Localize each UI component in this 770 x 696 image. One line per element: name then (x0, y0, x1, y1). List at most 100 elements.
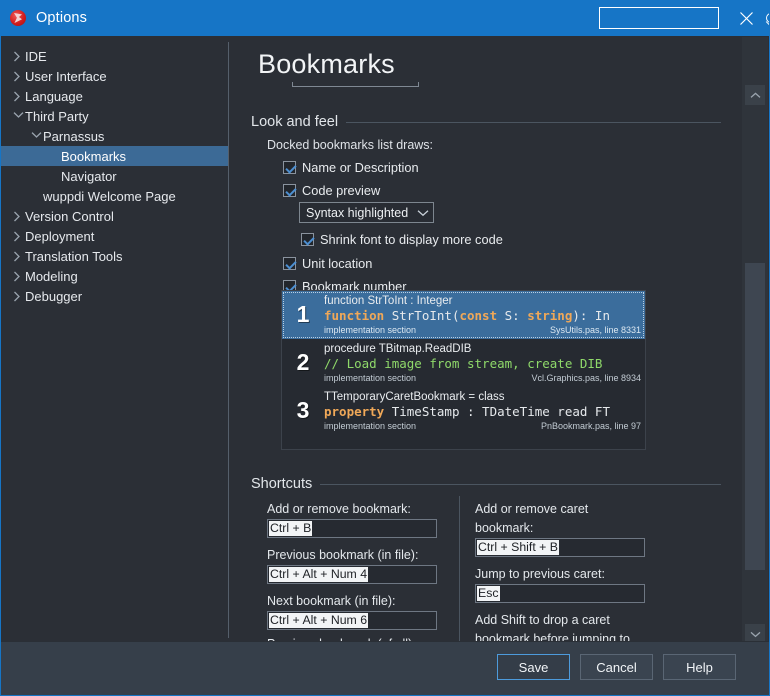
options-dialog: Options IDE User Interface Language Third P… (0, 0, 770, 696)
checkbox-name-or-description-box[interactable] (283, 161, 296, 174)
sidebar-item-label: Parnassus (43, 128, 105, 144)
close-icon (739, 11, 753, 25)
sidebar-item-third-party[interactable]: Third Party (1, 106, 228, 126)
bookmark-location: PnBookmark.pas, line 97 (540, 421, 641, 431)
code-preview-mode-value: Syntax highlighted (306, 205, 409, 220)
sidebar-item-label: IDE (25, 48, 47, 64)
bookmark-preview-row[interactable]: 1 function StrToInt : Integer function Str… (282, 291, 645, 339)
checkbox-unit-location-box[interactable] (283, 257, 296, 270)
bookmark-name: function StrToInt : Integer (324, 295, 453, 307)
search-box[interactable] (599, 7, 769, 29)
shortcut-input-add-remove-caret-bookmark[interactable]: Ctrl + Shift + B (475, 538, 645, 557)
bookmark-number: 2 (296, 349, 310, 375)
save-button[interactable]: Save (497, 654, 570, 680)
look-and-feel-group: Look and feel (251, 114, 721, 130)
settings-tree[interactable]: IDE User Interface Language Third Party Parn… (1, 36, 228, 642)
chevron-down-icon[interactable] (11, 109, 25, 123)
search-icon[interactable] (763, 8, 769, 28)
checkbox-code-preview-box[interactable] (283, 184, 296, 197)
chevron-right-icon[interactable] (11, 229, 25, 243)
shortcut-input-jump-to-previous-caret[interactable]: Esc (475, 584, 645, 603)
chevron-right-icon[interactable] (11, 249, 25, 263)
page-title-underline (292, 82, 419, 87)
section-rule (320, 483, 721, 485)
sidebar-item-label: Modeling (25, 268, 78, 284)
sidebar-item-bookmarks[interactable]: Bookmarks (1, 146, 228, 166)
shortcuts-heading-label: Shortcuts (251, 476, 313, 492)
checkbox-shrink-font-label: Shrink font to display more code (320, 232, 503, 247)
chevron-right-icon[interactable] (11, 89, 25, 103)
shortcut-label: Previous bookmark (in file): (267, 548, 419, 562)
chevron-down-icon[interactable] (417, 209, 429, 217)
code-preview-mode-select[interactable]: Syntax highlighted (299, 202, 434, 223)
shortcut-input-add-remove-bookmark[interactable]: Ctrl + B (267, 519, 437, 538)
bookmark-code-preview: // Load image from stream, create DIB (324, 356, 603, 371)
shortcut-input-previous-bookmark-in-file[interactable]: Ctrl + Alt + Num 4 (267, 565, 437, 584)
chevron-right-icon[interactable] (11, 49, 25, 63)
bookmark-meta: implementation section Vcl.Graphics.pas, … (324, 372, 641, 384)
help-button[interactable]: Help (663, 654, 736, 680)
sidebar-item-translation-tools[interactable]: Translation Tools (1, 246, 228, 266)
bookmark-code-preview: property TimeStamp : TDateTime read FT (324, 404, 610, 419)
chevron-right-icon[interactable] (11, 209, 25, 223)
bookmark-location: Vcl.Graphics.pas, line 8934 (531, 373, 641, 383)
content-scrollbar[interactable] (742, 37, 768, 644)
checkbox-shrink-font[interactable]: Shrink font to display more code (301, 228, 503, 251)
sidebar-item-parnassus[interactable]: Parnassus (1, 126, 228, 146)
shortcut-value: Ctrl + Shift + B (477, 540, 559, 555)
section-rule (346, 121, 721, 123)
scroll-up-button[interactable] (745, 85, 765, 105)
look-and-feel-heading: Look and feel (251, 114, 721, 130)
bookmark-body: TTemporaryCaretBookmark = class property … (324, 390, 645, 432)
bookmark-body: procedure TBitmap.ReadDIB// Load image f… (324, 342, 645, 384)
bookmark-preview-list[interactable]: 1 function StrToInt : Integer function Str… (281, 290, 646, 450)
sidebar-item-label: User Interface (25, 68, 107, 84)
checkbox-unit-location[interactable]: Unit location (283, 252, 372, 275)
checkbox-name-or-description[interactable]: Name or Description (283, 156, 419, 179)
sidebar-item-label: Deployment (25, 228, 95, 244)
sidebar-item-label: Bookmarks (61, 148, 127, 164)
shortcut-input-next-bookmark-in-file[interactable]: Ctrl + Alt + Num 6 (267, 611, 437, 630)
bookmark-preview-row[interactable]: 2 procedure TBitmap.ReadDIB// Load image … (282, 339, 645, 387)
sidebar-item-debugger[interactable]: Debugger (1, 286, 228, 306)
bookmark-section: implementation section (324, 421, 417, 431)
bookmark-preview-row[interactable]: 3 TTemporaryCaretBookmark = class property… (282, 387, 645, 435)
checkbox-shrink-font-box[interactable] (301, 233, 314, 246)
caret-shortcut-hint: Add Shift to drop a caret bookmark befor… (475, 613, 630, 642)
chevron-right-icon[interactable] (11, 289, 25, 303)
sidebar-item-deployment[interactable]: Deployment (1, 226, 228, 246)
close-button[interactable] (729, 4, 763, 32)
sidebar-item-navigator[interactable]: Navigator (1, 166, 228, 186)
scrollbar-thumb[interactable] (745, 263, 765, 570)
checkbox-code-preview[interactable]: Code preview (283, 179, 380, 202)
bookmark-code-preview: function StrToInt(const S: string): In (324, 308, 610, 323)
shortcut-label: Add or remove bookmark: (267, 502, 411, 516)
sidebar-item-modeling[interactable]: Modeling (1, 266, 228, 286)
window-title: Options (36, 10, 88, 26)
checkbox-unit-location-label: Unit location (302, 256, 373, 271)
sidebar-item-label: wuppdi Welcome Page (43, 188, 176, 204)
shortcut-label: Next bookmark (in file): (267, 594, 396, 608)
shortcut-label: Add or remove caret bookmark: (475, 502, 589, 535)
sidebar-item-label: Language (25, 88, 83, 104)
shortcut-label: Jump to previous caret: (475, 567, 605, 581)
sidebar-item-user-interface[interactable]: User Interface (1, 66, 228, 86)
shortcuts-column-divider (459, 496, 460, 644)
sidebar-item-language[interactable]: Language (1, 86, 228, 106)
parnassus-icon (10, 10, 26, 26)
shortcuts-heading: Shortcuts (251, 476, 721, 492)
chevron-right-icon[interactable] (11, 269, 25, 283)
cancel-button[interactable]: Cancel (580, 654, 653, 680)
chevron-right-icon[interactable] (11, 69, 25, 83)
look-and-feel-heading-label: Look and feel (251, 114, 339, 130)
bookmark-name: procedure TBitmap.ReadDIB (324, 343, 472, 355)
sidebar-item-version-control[interactable]: Version Control (1, 206, 228, 226)
title-bar: Options (1, 0, 769, 36)
chevron-down-icon[interactable] (29, 129, 43, 143)
sidebar-item-ide[interactable]: IDE (1, 46, 228, 66)
bookmark-name: TTemporaryCaretBookmark = class (324, 391, 505, 403)
bookmark-number: 1 (296, 301, 310, 327)
sidebar-item-wuppdi-welcome-page[interactable]: wuppdi Welcome Page (1, 186, 228, 206)
sidebar-item-label: Debugger (25, 288, 83, 304)
shortcut-value: Ctrl + B (269, 521, 313, 536)
